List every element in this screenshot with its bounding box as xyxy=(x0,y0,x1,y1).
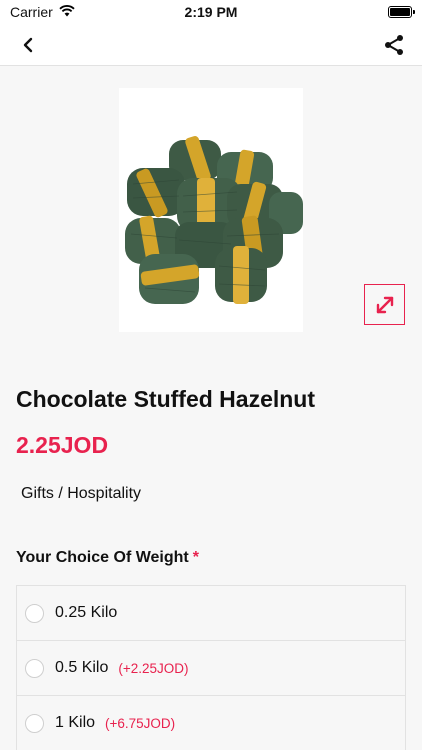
chevron-left-icon xyxy=(23,37,33,52)
weight-choice-heading: Your Choice Of Weight * xyxy=(16,549,199,567)
option-price-extra: (+6.75JOD) xyxy=(105,715,176,731)
product-title: Chocolate Stuffed Hazelnut xyxy=(16,386,316,412)
product-price: 2.25JOD xyxy=(16,432,109,458)
weight-option[interactable]: 0.5 Kilo (+2.25JOD) xyxy=(17,641,405,696)
weight-option[interactable]: 1 Kilo (+6.75JOD) xyxy=(17,696,405,750)
option-label: 0.25 Kilo xyxy=(55,604,118,621)
radio-button[interactable] xyxy=(25,603,44,623)
carrier-label: Carrier xyxy=(10,4,53,20)
battery-icon xyxy=(388,6,415,18)
radio-button[interactable] xyxy=(25,658,44,678)
option-label: 0.5 Kilo xyxy=(55,659,109,676)
status-left: Carrier xyxy=(10,4,75,20)
expand-image-button[interactable] xyxy=(364,284,405,325)
option-label: 1 Kilo xyxy=(55,714,96,731)
weight-options-list: 0.25 Kilo 0.5 Kilo (+2.25JOD) 1 Kilo (+6… xyxy=(16,585,406,750)
radio-button[interactable] xyxy=(25,713,44,733)
required-marker: * xyxy=(192,549,199,566)
expand-arrows-icon xyxy=(376,296,393,313)
product-category: Gifts / Hospitality xyxy=(21,485,142,502)
weight-choice-label: Your Choice Of Weight xyxy=(16,549,189,566)
share-icon xyxy=(385,34,403,55)
nav-bar xyxy=(0,24,422,66)
status-bar: Carrier 2:19 PM xyxy=(0,0,422,24)
back-button[interactable] xyxy=(14,31,42,59)
wifi-icon xyxy=(59,4,75,20)
share-button[interactable] xyxy=(380,31,408,59)
weight-option[interactable]: 0.25 Kilo xyxy=(17,586,405,641)
chocolate-photo xyxy=(125,136,303,304)
product-image xyxy=(119,88,303,332)
option-price-extra: (+2.25JOD) xyxy=(118,660,189,676)
